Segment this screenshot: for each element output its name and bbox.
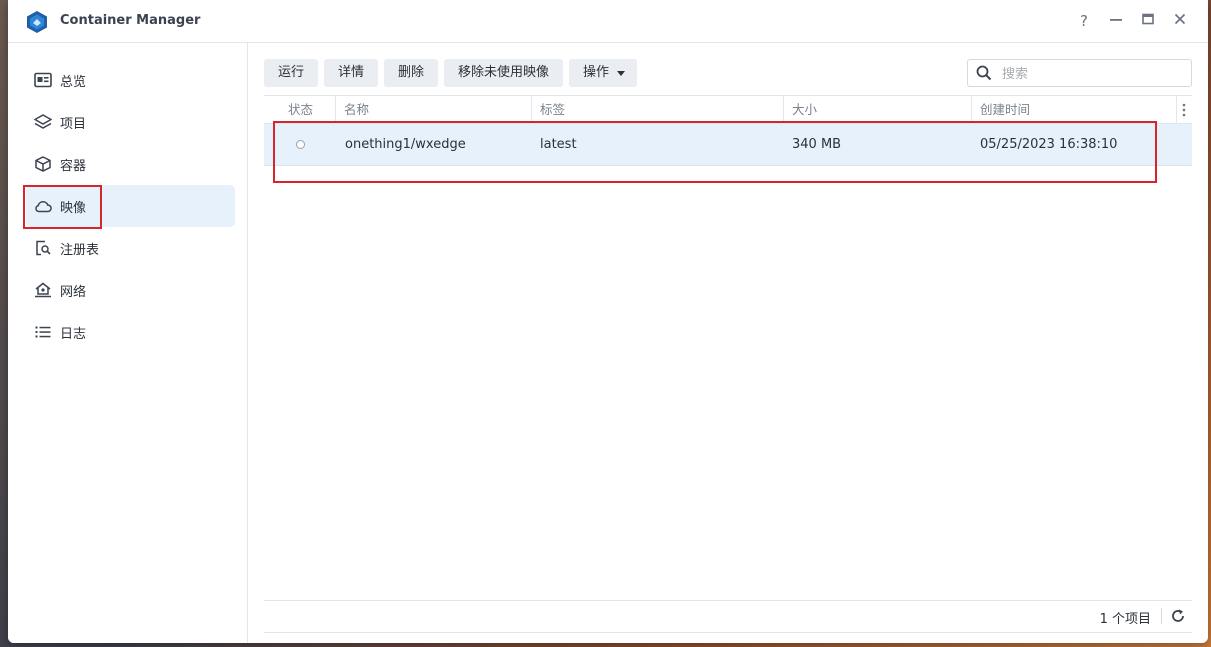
- sidebar-item-network[interactable]: 网络: [26, 269, 235, 311]
- sidebar-item-containers[interactable]: 容器: [26, 143, 235, 185]
- search-box[interactable]: [967, 59, 1192, 87]
- footer-divider: [1161, 608, 1162, 624]
- run-button[interactable]: 运行: [264, 59, 318, 87]
- sidebar-item-label: 项目: [60, 117, 87, 132]
- item-count: 1 个项目: [1099, 612, 1151, 627]
- search-icon: [976, 65, 992, 81]
- refresh-icon[interactable]: [1170, 608, 1186, 624]
- close-button[interactable]: [1169, 10, 1191, 32]
- remove-unused-images-button[interactable]: 移除未使用映像: [444, 59, 563, 87]
- search-input[interactable]: [1000, 63, 1184, 85]
- image-size: 340 MB: [792, 137, 842, 152]
- layers-icon: [34, 114, 52, 129]
- overview-icon: [34, 72, 52, 88]
- close-icon: [1174, 13, 1186, 25]
- cube-icon: [35, 156, 51, 172]
- delete-button[interactable]: 删除: [384, 59, 438, 87]
- column-options-icon[interactable]: [1182, 103, 1186, 117]
- sidebar-item-label: 映像: [60, 201, 87, 216]
- column-header-status[interactable]: 状态: [264, 96, 336, 123]
- sidebar-item-label: 网络: [60, 285, 87, 300]
- list-icon: [35, 326, 51, 338]
- minimize-icon: [1110, 19, 1122, 21]
- title-bar: Container Manager ?: [8, 0, 1208, 43]
- sidebar-item-label: 日志: [60, 327, 87, 342]
- maximize-button[interactable]: [1137, 10, 1159, 32]
- maximize-icon: [1142, 13, 1154, 25]
- sidebar-item-logs[interactable]: 日志: [26, 311, 235, 353]
- sidebar-item-overview[interactable]: 总览: [26, 59, 235, 101]
- sidebar: 总览 项目 容器 映像 注册表 网络 日志: [8, 43, 248, 643]
- sidebar-item-label: 注册表: [60, 243, 100, 258]
- actions-dropdown[interactable]: 操作: [569, 59, 637, 87]
- minimize-button[interactable]: [1105, 10, 1127, 32]
- column-header-created[interactable]: 创建时间: [972, 96, 1177, 123]
- column-header-size[interactable]: 大小: [784, 96, 972, 123]
- container-manager-window: Container Manager ? 总览 项目 容器 映像 注册表 网络 日…: [8, 0, 1208, 643]
- app-title: Container Manager: [60, 13, 201, 28]
- status-indicator-icon: [296, 140, 305, 149]
- registry-search-icon: [36, 240, 51, 256]
- caret-down-icon: [617, 71, 625, 76]
- column-header-tag[interactable]: 标签: [532, 96, 784, 123]
- actions-label: 操作: [583, 65, 610, 80]
- sidebar-item-label: 容器: [60, 159, 87, 174]
- cloud-icon: [35, 201, 52, 213]
- help-button[interactable]: ?: [1073, 10, 1095, 32]
- image-created-time: 05/25/2023 16:38:10: [980, 137, 1118, 152]
- sidebar-item-projects[interactable]: 项目: [26, 101, 235, 143]
- sidebar-item-label: 总览: [60, 75, 87, 90]
- column-header-name[interactable]: 名称: [336, 96, 532, 123]
- image-name: onething1/wxedge: [345, 137, 466, 152]
- details-button[interactable]: 详情: [324, 59, 378, 87]
- network-home-icon: [35, 282, 51, 298]
- status-footer: 1 个项目: [264, 600, 1192, 633]
- sidebar-item-registry[interactable]: 注册表: [26, 227, 235, 269]
- sidebar-item-images[interactable]: 映像: [26, 185, 235, 227]
- table-header: 状态 名称 标签 大小 创建时间: [264, 95, 1192, 124]
- image-tag: latest: [540, 137, 577, 152]
- table-row[interactable]: onething1/wxedge latest 340 MB 05/25/202…: [264, 124, 1192, 166]
- container-manager-logo-icon: [27, 11, 47, 33]
